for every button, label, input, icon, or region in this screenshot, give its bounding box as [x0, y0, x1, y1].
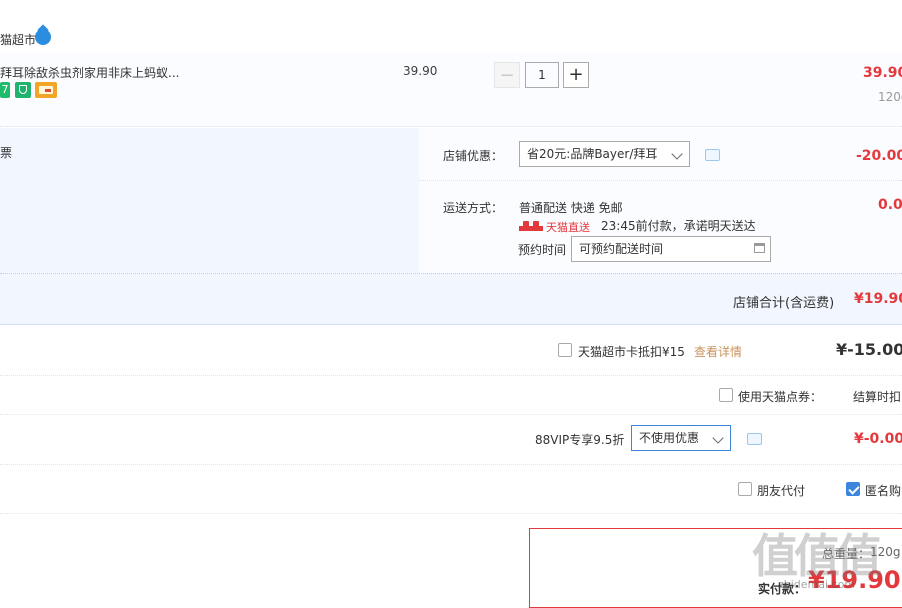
store-total-label: 店铺合计(含运费) [733, 296, 835, 311]
promo-left-panel [0, 128, 418, 273]
anonymous-checkbox[interactable] [846, 482, 860, 496]
store-name[interactable]: 猫超市 [0, 31, 36, 48]
shipping-value: 普通配送 快递 免邮 [519, 201, 623, 215]
service-shield-icon [15, 82, 31, 98]
watermark-logo: 值值值 [752, 529, 882, 583]
promo-divider [419, 180, 902, 181]
card-deduct-checkbox[interactable] [558, 343, 572, 357]
item-title[interactable]: 拜耳除敌杀虫剂家用非床上蚂蚁... [0, 64, 179, 81]
drop-icon [35, 29, 51, 45]
chat-icon[interactable] [705, 149, 720, 161]
shipping-amount: 0.00 [878, 197, 902, 213]
quantity-increase-button[interactable]: + [563, 62, 589, 88]
invoice-label: 票 [0, 146, 13, 160]
quantity-input[interactable]: 1 [525, 62, 559, 88]
store-total-value: ¥19.90 [854, 291, 902, 307]
item-weight: 120g [878, 90, 902, 104]
card-deduct-amount: ¥-15.00 [836, 340, 902, 359]
card-deduct-label: 天猫超市卡抵扣¥15 [578, 345, 685, 359]
store-discount-amount: -20.00 [856, 148, 902, 164]
appointment-time-input[interactable]: 可预约配送时间 [571, 236, 771, 262]
store-discount-label: 店铺优惠： [443, 149, 504, 163]
appointment-label: 预约时间 [518, 243, 567, 257]
store-discount-value: 省20元:品牌Bayer/拜耳 [527, 147, 658, 161]
chevron-down-icon [671, 148, 683, 160]
watermark-url: zhidemai.com [778, 578, 856, 591]
store-header [0, 22, 902, 53]
shipping-label: 运送方式： [443, 201, 504, 215]
chevron-down-icon [712, 432, 724, 444]
vip-amount: ¥-0.00 [854, 431, 902, 447]
card-details-link[interactable]: 查看详情 [694, 343, 742, 360]
card-deduct-row [0, 325, 902, 376]
vip-label: 88VIP专享9.5折 [535, 433, 625, 447]
vip-select-value: 不使用优惠 [639, 431, 700, 445]
credit-card-icon [35, 82, 57, 98]
quantity-decrease-button[interactable]: − [494, 62, 520, 88]
item-line-total: 39.90 [863, 65, 902, 81]
chat-icon[interactable] [747, 433, 762, 445]
appointment-placeholder: 可预约配送时间 [579, 242, 664, 256]
calendar-icon [754, 243, 765, 253]
anonymous-label: 匿名购 [865, 484, 902, 498]
tmall-direct-text: 天猫直送 [546, 221, 590, 234]
friend-pay-checkbox[interactable] [738, 482, 752, 496]
tmall-direct-icon [519, 221, 543, 231]
points-note: 结算时扣 [853, 390, 902, 404]
store-discount-select[interactable]: 省20元:品牌Bayer/拜耳 [519, 141, 690, 167]
friend-pay-label: 朋友代付 [757, 484, 806, 498]
points-label: 使用天猫点券： [738, 390, 823, 404]
vip-row [0, 415, 902, 465]
delivery-promise: 23:45前付款，承诺明天送达 [601, 219, 756, 233]
7-day-return-icon: 7 [0, 82, 10, 98]
unit-price: 39.90 [403, 64, 438, 78]
points-checkbox[interactable] [719, 388, 733, 402]
vip-discount-select[interactable]: 不使用优惠 [631, 425, 731, 451]
